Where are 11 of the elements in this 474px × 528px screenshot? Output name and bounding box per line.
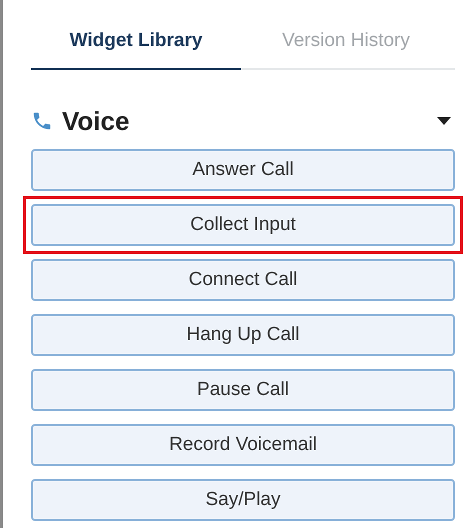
tab[interactable]: Widget Library — [31, 0, 241, 70]
widget-button[interactable]: Hang Up Call — [31, 314, 455, 356]
widget-button[interactable]: Say/Play — [31, 479, 455, 521]
widget-button[interactable]: Pause Call — [31, 369, 455, 411]
phone-icon — [31, 110, 53, 132]
widget-button[interactable]: Answer Call — [31, 149, 455, 191]
widget-button[interactable]: Record Voicemail — [31, 424, 455, 466]
widget-button[interactable]: Collect Input — [31, 204, 455, 246]
caret-icon[interactable] — [437, 117, 451, 125]
widget-button[interactable]: Connect Call — [31, 259, 455, 301]
section-title: Voice — [62, 106, 130, 136]
